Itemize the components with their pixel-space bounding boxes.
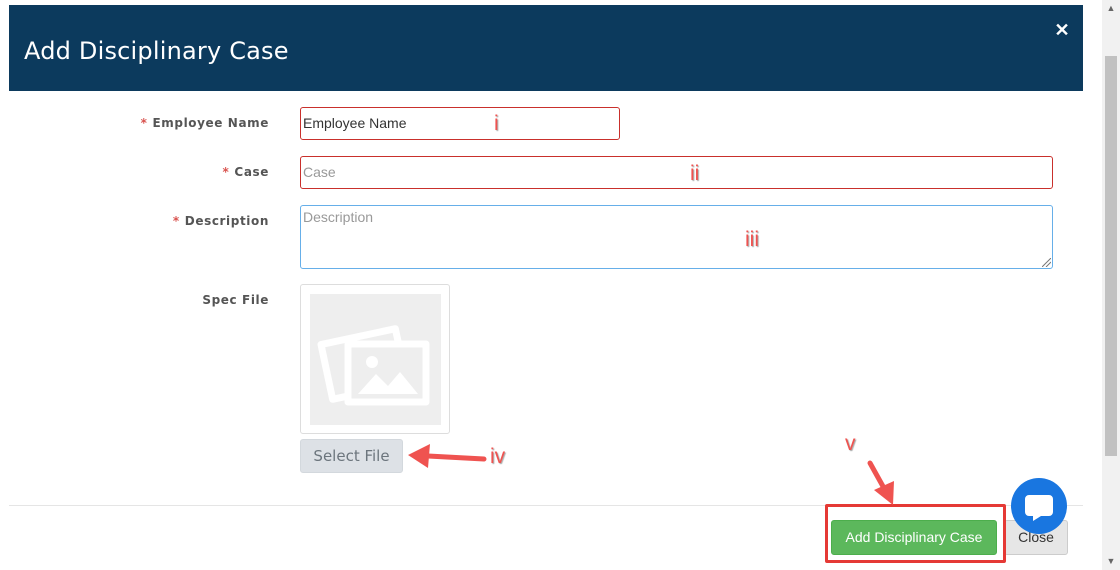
annotation-arrows	[408, 444, 894, 505]
page-scrollbar[interactable]: ▲ ▼	[1102, 0, 1120, 570]
annotation-arrow-iv	[408, 444, 487, 468]
scrollbar-thumb[interactable]	[1105, 56, 1117, 456]
scroll-up-icon[interactable]: ▲	[1106, 3, 1116, 13]
annotation-arrow-v	[867, 460, 894, 505]
scroll-down-icon[interactable]: ▼	[1106, 556, 1116, 566]
